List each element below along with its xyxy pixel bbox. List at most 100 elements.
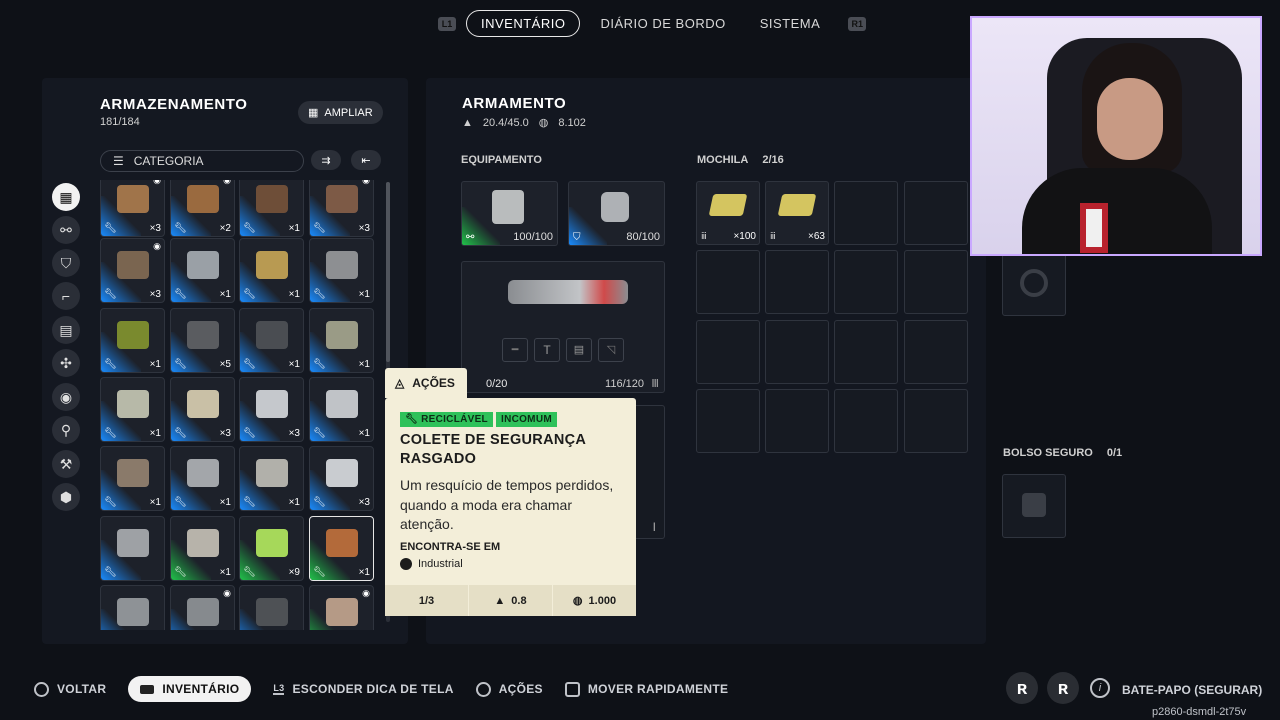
category-shield-icon[interactable]: ⛉ <box>52 249 80 277</box>
storage-item[interactable]: 🔧︎ ×1 <box>170 446 235 511</box>
category-tools-icon[interactable]: ⚒ <box>52 450 80 478</box>
merge-stacks-button[interactable]: ⇉ <box>311 150 341 170</box>
storage-item[interactable]: 🔧︎ ×1 <box>309 516 374 581</box>
category-misc-icon[interactable]: ⬢ <box>52 483 80 511</box>
storage-item[interactable]: 🔧︎ ×1 <box>309 308 374 373</box>
item-image <box>256 598 288 626</box>
backpack-slot[interactable] <box>904 181 968 245</box>
hide-hint-label: ESCONDER DICA DE TELA <box>292 682 454 696</box>
shield-slot[interactable]: ⚯ 100/100 <box>461 181 558 246</box>
storage-item[interactable]: 🔧︎ <box>100 516 165 581</box>
backpack-slot[interactable]: ⅲ ×63 <box>765 181 829 245</box>
storage-scrollbar-thumb[interactable] <box>386 182 390 362</box>
tab-diario-de-bordo[interactable]: DIÁRIO DE BORDO <box>586 11 739 36</box>
backpack-slot[interactable] <box>834 320 898 384</box>
backpack-slot[interactable] <box>765 389 829 453</box>
augment-slot[interactable]: ⛉ 80/100 <box>568 181 665 246</box>
item-image <box>187 529 219 557</box>
actions-hint[interactable]: AÇÕES <box>475 681 543 697</box>
tab-inventario[interactable]: INVENTÁRIO <box>466 10 581 37</box>
backpack-slot[interactable] <box>696 320 760 384</box>
item-image <box>326 459 358 487</box>
tab-sistema[interactable]: SISTEMA <box>746 11 835 36</box>
item-image <box>187 390 219 418</box>
backpack-slot[interactable] <box>834 250 898 314</box>
storage-item[interactable]: 🔧︎ ×1 <box>170 516 235 581</box>
storage-item[interactable]: 🔧︎ ×1 <box>239 238 304 303</box>
backpack-slot[interactable] <box>696 389 760 453</box>
transfer-icon: ⇤ <box>361 154 371 167</box>
storage-item[interactable]: 🔧︎ ×9 <box>239 516 304 581</box>
backpack-slot[interactable] <box>904 389 968 453</box>
hide-hint[interactable]: L3 ESCONDER DICA DE TELA <box>273 682 453 696</box>
backpack-slot[interactable] <box>696 250 760 314</box>
tooltip-price: ◍ 1.000 <box>572 594 617 608</box>
category-materials-icon[interactable]: ⚲ <box>52 416 80 444</box>
backpack-slot[interactable] <box>765 250 829 314</box>
storage-item[interactable]: 🔧︎ ×1 <box>100 446 165 511</box>
storage-item[interactable]: 🔧︎◉ <box>170 585 235 630</box>
category-gadgets-icon[interactable]: ◉ <box>52 383 80 411</box>
storage-item[interactable]: 🔧︎ ×1 <box>309 377 374 442</box>
chat-hint-label[interactable]: BATE-PAPO (SEGURAR) <box>1122 683 1262 697</box>
l1-button-icon[interactable]: L1 <box>438 16 456 31</box>
storage-item[interactable]: 🔧︎ ×3 ◉ <box>100 238 165 303</box>
storage-item[interactable]: 🔧︎ ×1 <box>100 377 165 442</box>
wrench-icon: 🔧︎ <box>174 223 187 234</box>
actions-header[interactable]: ◬ AÇÕES <box>385 368 467 398</box>
industrial-zone-icon <box>400 558 412 570</box>
backpack-slot[interactable] <box>765 320 829 384</box>
safe-pocket-slot[interactable] <box>1002 474 1066 538</box>
backpack-slot[interactable] <box>904 250 968 314</box>
wrench-icon: 🔧︎ <box>104 223 117 234</box>
backpack-slot[interactable] <box>834 389 898 453</box>
back-hint[interactable]: VOLTAR <box>34 681 106 697</box>
storage-item[interactable]: 🔧︎ ×5 <box>170 308 235 373</box>
category-parts-icon[interactable]: ✣ <box>52 349 80 377</box>
item-image <box>187 459 219 487</box>
storage-item[interactable]: 🔧︎ ×3 <box>309 446 374 511</box>
bottom-bar: VOLTAR INVENTÁRIO L3 ESCONDER DICA DE TE… <box>34 676 750 702</box>
storage-item[interactable]: 🔧︎ ×1 <box>239 308 304 373</box>
wrench-icon: 🔧︎ <box>313 289 326 300</box>
storage-item[interactable]: 🔧︎ <box>239 585 304 630</box>
storage-item[interactable]: 🔧︎ ×1 <box>309 238 374 303</box>
category-filter[interactable]: ☰ CATEGORIA <box>100 150 304 172</box>
storage-item[interactable]: 🔧︎ ×2 ◉ <box>170 180 235 237</box>
weapon-slot-1[interactable]: ━ T ▤ ◹ 0/20 116/120 Ⅲ <box>461 261 665 393</box>
underbarrel-slot-icon[interactable]: T <box>534 338 560 362</box>
actions-label: AÇÕES <box>412 376 455 390</box>
backpack-slot[interactable] <box>834 181 898 245</box>
category-all-icon[interactable]: ▦ <box>52 183 80 211</box>
backpack-slot[interactable]: ⅲ ×100 <box>696 181 760 245</box>
inventory-hint[interactable]: INVENTÁRIO <box>128 676 252 702</box>
magazine-slot-icon[interactable]: ▤ <box>566 338 592 362</box>
muzzle-slot-icon[interactable]: ━ <box>502 338 528 362</box>
extra-slot[interactable] <box>1002 252 1066 316</box>
storage-item[interactable]: 🔧︎ ×3 <box>170 377 235 442</box>
storage-item[interactable]: 🔧︎ ×3 ◉ <box>309 180 374 237</box>
category-weapons-icon[interactable]: ⌐ <box>52 282 80 310</box>
r1-button-icon[interactable]: R1 <box>848 16 867 31</box>
stream-logo-icon: ʀ <box>1006 672 1038 704</box>
actions-hint-label: AÇÕES <box>498 682 543 696</box>
stock-slot-icon[interactable]: ◹ <box>598 338 624 362</box>
backpack-slot[interactable] <box>904 320 968 384</box>
storage-item[interactable]: 🔧︎ ×1 <box>100 308 165 373</box>
expand-button[interactable]: ▦ AMPLIAR <box>298 101 383 124</box>
tooltip-found-place-text: Industrial <box>418 558 463 570</box>
info-icon: i <box>1090 678 1110 698</box>
category-mods-icon[interactable]: ⚯ <box>52 216 80 244</box>
transfer-all-button[interactable]: ⇤ <box>351 150 381 170</box>
storage-item[interactable]: 🔧︎ <box>100 585 165 630</box>
storage-item[interactable]: 🔧︎◉ <box>309 585 374 630</box>
storage-item[interactable]: 🔧︎ ×1 <box>239 180 304 237</box>
backpack-header: MOCHILA 2/16 <box>697 154 784 166</box>
storage-item[interactable]: 🔧︎ ×3 ◉ <box>100 180 165 237</box>
storage-item[interactable]: 🔧︎ ×1 <box>239 446 304 511</box>
category-books-icon[interactable]: ▤ <box>52 316 80 344</box>
storage-item[interactable]: 🔧︎ ×3 <box>239 377 304 442</box>
quick-move-hint[interactable]: MOVER RAPIDAMENTE <box>564 681 728 697</box>
tooltip-footer: 1/3 ▲ 0.8 ◍ 1.000 <box>385 585 636 616</box>
storage-item[interactable]: 🔧︎ ×1 <box>170 238 235 303</box>
